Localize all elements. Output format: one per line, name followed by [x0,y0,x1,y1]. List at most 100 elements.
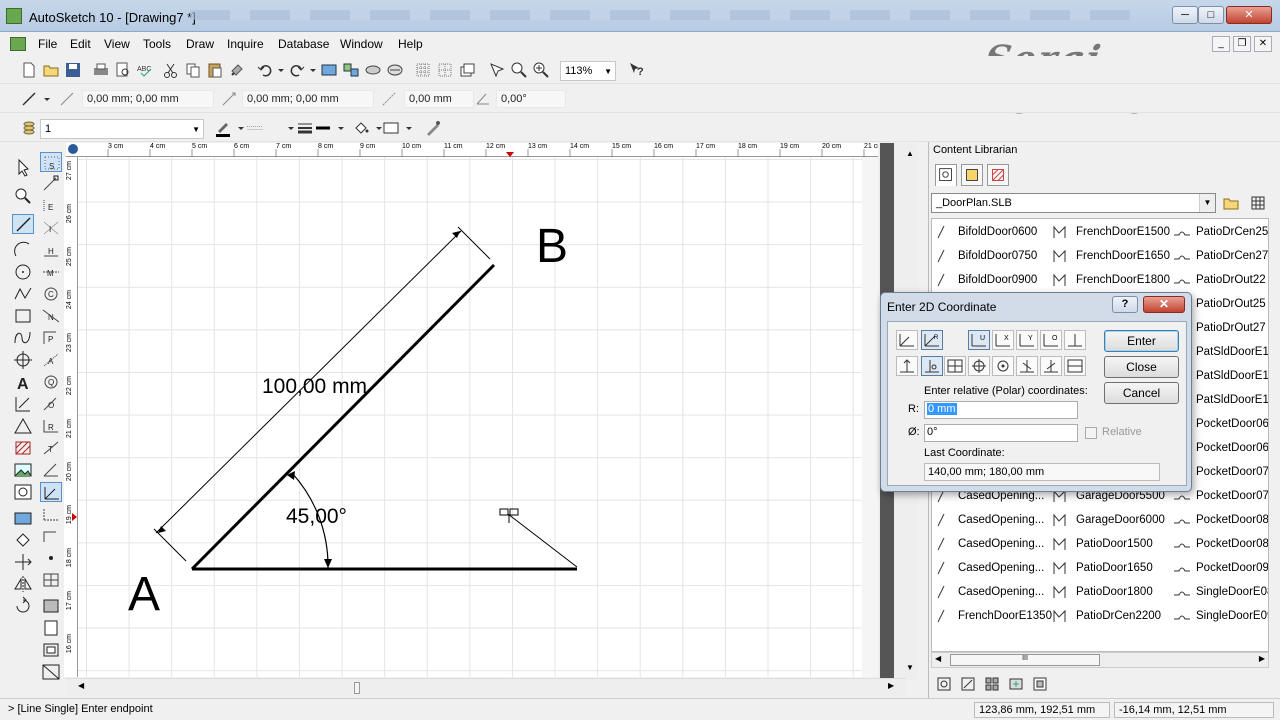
snap-i-icon[interactable]: I [40,218,62,238]
frame-icon[interactable] [40,662,62,682]
edit-symbol-icon[interactable] [959,675,977,693]
document-icon[interactable] [10,37,26,51]
symbol-list-item[interactable]: PocketDoor08 [1170,509,1268,531]
layer-icon[interactable] [458,61,476,79]
grid-offset-icon[interactable] [944,356,966,376]
scroll-right-icon[interactable]: ▶ [1259,654,1265,663]
menu-tools[interactable]: Tools [143,37,171,51]
explode-icon[interactable] [386,61,404,79]
snap-quadrant-icon[interactable] [1016,356,1038,376]
snap-s-icon[interactable]: S [40,152,62,172]
rotate-tool-icon[interactable] [12,596,34,616]
area-icon[interactable] [40,596,62,616]
snap-midpoint-icon[interactable] [1064,356,1086,376]
scroll-left-icon[interactable]: ◀ [78,681,84,690]
horizontal-scrollbar[interactable]: ◀ ▶ [66,678,906,696]
symbol-list-item[interactable]: GarageDoor6000 [1050,509,1165,531]
open-library-icon[interactable] [1222,194,1240,212]
symbol-list-item[interactable]: BifoldDoor0750 [932,245,1037,267]
triangle-tool-icon[interactable] [12,416,34,436]
ole-object-tool-icon[interactable] [12,482,34,502]
zoom-tool-icon[interactable] [12,186,34,206]
symbol-insert-tool-icon[interactable] [12,508,34,528]
fill-color-icon[interactable] [352,119,370,137]
snap-n-icon[interactable]: N [40,306,62,326]
image-tool-icon[interactable] [12,460,34,480]
line-weight-icon[interactable] [296,119,314,137]
view-icon[interactable] [40,640,62,660]
layer-select[interactable]: 1 ▼ [40,119,204,139]
snap-r-icon[interactable]: R [40,416,62,436]
library-properties-icon[interactable] [1031,675,1049,693]
menu-file[interactable]: File [38,37,57,51]
grid-icon[interactable] [414,61,432,79]
symbol-list-item[interactable]: FrenchDoorE1350 [932,605,1052,627]
menu-edit[interactable]: Edit [70,37,91,51]
save-icon[interactable] [64,61,82,79]
absolute-cartesian-icon[interactable] [896,330,918,350]
enter-button[interactable]: Enter [1104,330,1179,352]
library-select[interactable]: _DoorPlan.SLB ▼ [931,193,1216,213]
dimension-tool-icon[interactable] [12,394,34,414]
fill-pattern-icon[interactable] [382,119,400,137]
symbol-list-item[interactable]: PatioDrCen27 [1170,245,1268,267]
close-dialog-button[interactable]: Close [1104,356,1179,378]
ungroup-icon[interactable] [342,61,360,79]
page-icon[interactable] [40,618,62,638]
snap-h-icon[interactable]: H [40,240,62,260]
copy-icon[interactable] [184,61,202,79]
snap-y-icon[interactable]: Y [1016,330,1038,350]
group-icon[interactable] [320,61,338,79]
snap-polar-icon[interactable] [40,460,62,480]
menu-window[interactable]: Window [340,37,383,51]
library-view-icon[interactable] [1249,194,1267,212]
length-icon[interactable] [380,90,398,108]
pen-color-icon[interactable] [214,119,232,137]
fill-color-dropdown-icon[interactable] [370,119,382,137]
undo-dropdown-icon[interactable] [272,61,284,79]
fill-pattern-dropdown-icon[interactable] [400,119,412,137]
tab-hatches[interactable] [961,164,983,186]
zoom-select[interactable]: 113% ▼ [560,61,616,81]
fill-tool-icon[interactable] [12,530,34,550]
format-painter-icon[interactable] [228,61,246,79]
property-picker-icon[interactable] [424,119,442,137]
drawing-canvas[interactable]: A B 100,00 mm 45,00° [78,157,878,677]
line-width-icon[interactable] [314,119,332,137]
cancel-button[interactable]: Cancel [1104,382,1179,404]
scroll-thumb[interactable]: III [950,654,1100,666]
start-point-field[interactable]: 0,00 mm; 0,00 mm [82,90,214,108]
end-point-field[interactable]: 0,00 mm; 0,00 mm [242,90,374,108]
menu-help[interactable]: Help [398,37,423,51]
layer-stack-icon[interactable] [20,119,38,137]
symbol-list-item[interactable]: FrenchDoorE1800 [1050,269,1170,291]
symbol-list-item[interactable]: FrenchDoorE1500 [1050,221,1170,243]
select-zoom-icon[interactable] [488,61,506,79]
snap-tool-icon[interactable] [12,350,34,370]
ortho-icon[interactable] [40,526,62,546]
snap-center-icon[interactable] [968,356,990,376]
new-icon[interactable] [20,61,38,79]
pen-color-dropdown-icon[interactable] [232,119,244,137]
polar-offset-icon[interactable] [921,356,943,376]
symbol-list-item[interactable]: FrenchDoorE1650 [1050,245,1170,267]
app-icon[interactable] [6,8,22,24]
redo-dropdown-icon[interactable] [304,61,316,79]
circle-tool-icon[interactable] [12,262,34,282]
length-field[interactable]: 0,00 mm [404,90,474,108]
snap-endpoint-icon[interactable] [40,174,62,194]
r-input[interactable]: 0 mm [924,401,1078,419]
rectangle-tool-icon[interactable] [12,306,34,326]
relative-polar-icon[interactable]: R [921,330,943,350]
menu-view[interactable]: View [104,37,130,51]
mirror-tool-icon[interactable] [12,574,34,594]
move-origin-icon[interactable] [896,356,918,376]
line-tool-active-icon[interactable] [12,214,34,234]
tab-patterns[interactable] [987,164,1009,186]
snap-o-icon[interactable]: O [40,394,62,414]
phi-input[interactable]: 0° [924,424,1078,442]
print-icon[interactable] [92,61,110,79]
symbol-list-item[interactable]: BifoldDoor0600 [932,221,1037,243]
tracking-icon[interactable] [40,504,62,524]
minimize-button[interactable]: ─ [1172,6,1198,24]
